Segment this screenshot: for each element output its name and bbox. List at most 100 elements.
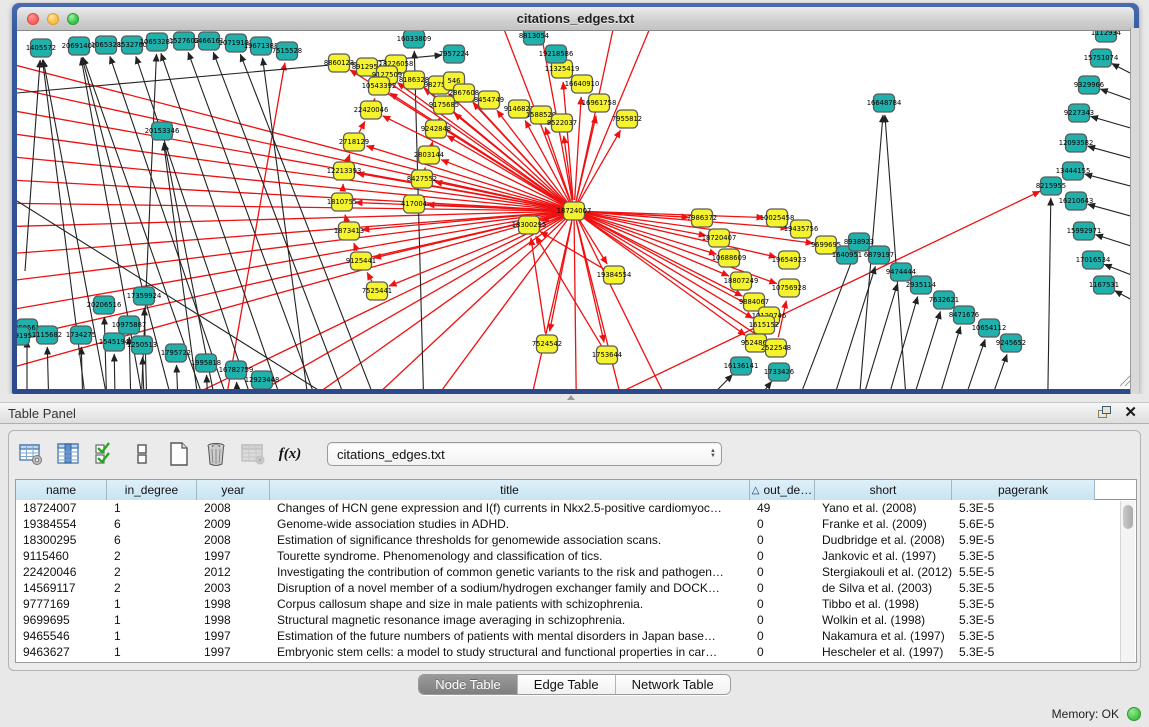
table-cell[interactable]: 22420046 bbox=[16, 564, 107, 580]
tab-node-table[interactable]: Node Table bbox=[419, 675, 518, 694]
graph-node[interactable]: 1405572 bbox=[26, 39, 56, 57]
close-icon[interactable]: ✕ bbox=[1124, 406, 1137, 420]
create-table-icon[interactable] bbox=[165, 440, 193, 468]
graph-node[interactable]: 16648784 bbox=[867, 94, 902, 112]
function-builder-icon[interactable]: f(x) bbox=[276, 440, 304, 468]
table-cell[interactable]: 1 bbox=[107, 596, 197, 612]
table-cell[interactable]: 5.3E-5 bbox=[952, 628, 1095, 644]
column-header-short[interactable]: short bbox=[815, 480, 952, 500]
table-cell[interactable]: 5.3E-5 bbox=[952, 548, 1095, 564]
graph-node[interactable]: 1873413 bbox=[334, 222, 364, 240]
table-cell[interactable]: Stergiakouli et al. (2012) bbox=[815, 564, 952, 580]
graph-node[interactable]: 8215955 bbox=[1036, 177, 1066, 195]
table-row[interactable]: 911546021997Tourette syndrome. Phenomeno… bbox=[16, 548, 1136, 564]
table-settings-icon[interactable] bbox=[17, 440, 45, 468]
table-cell[interactable]: Disruption of a novel member of a sodium… bbox=[270, 580, 750, 596]
network-view[interactable]: 1872400788601238912954182260589127509818… bbox=[17, 31, 1134, 389]
graph-node[interactable]: 1545194 bbox=[99, 333, 129, 351]
graph-node[interactable]: 1167531 bbox=[1089, 276, 1119, 294]
graph-node[interactable]: 9242848 bbox=[421, 120, 451, 138]
graph-node[interactable]: 8471676 bbox=[949, 306, 979, 324]
table-cell[interactable]: Dudbridge et al. (2008) bbox=[815, 532, 952, 548]
graph-node[interactable]: 17359924 bbox=[127, 287, 162, 305]
table-cell[interactable]: 1997 bbox=[197, 628, 270, 644]
graph-node[interactable]: 16136141 bbox=[724, 357, 759, 375]
table-cell[interactable]: 5.3E-5 bbox=[952, 596, 1095, 612]
graph-node[interactable]: 10688609 bbox=[712, 249, 747, 267]
table-cell[interactable]: Tibbo et al. (1998) bbox=[815, 596, 952, 612]
table-cell[interactable]: 9463627 bbox=[16, 644, 107, 660]
graph-node[interactable]: 15992971 bbox=[1067, 222, 1102, 240]
graph-node[interactable]: 8860123 bbox=[324, 54, 354, 72]
table-cell[interactable]: Estimation of the future numbers of pati… bbox=[270, 628, 750, 644]
vertical-scrollbar[interactable] bbox=[1120, 501, 1135, 662]
delete-icon[interactable] bbox=[202, 440, 230, 468]
table-cell[interactable]: 0 bbox=[750, 580, 815, 596]
graph-node[interactable]: 1250513 bbox=[127, 336, 157, 354]
table-cell[interactable]: 5.5E-5 bbox=[952, 564, 1095, 580]
graph-node[interactable]: 7955812 bbox=[612, 110, 642, 128]
table-row[interactable]: 1830029562008Estimation of significance … bbox=[16, 532, 1136, 548]
table-cell[interactable]: 5.6E-5 bbox=[952, 516, 1095, 532]
column-header-out_de[interactable]: △out_de… bbox=[750, 480, 815, 500]
table-selector-dropdown[interactable]: citations_edges.txt ▲▼ bbox=[327, 442, 722, 466]
table-cell[interactable]: 9699695 bbox=[16, 612, 107, 628]
table-cell[interactable]: 2012 bbox=[197, 564, 270, 580]
table-cell[interactable]: 0 bbox=[750, 516, 815, 532]
graph-node[interactable]: 8427552 bbox=[407, 170, 437, 188]
tab-network-table[interactable]: Network Table bbox=[616, 675, 730, 694]
graph-node[interactable]: 9175685 bbox=[429, 96, 459, 114]
memory-status-icon[interactable] bbox=[1127, 707, 1141, 721]
graph-node[interactable]: 20206516 bbox=[87, 296, 122, 314]
horizontal-splitter[interactable] bbox=[0, 394, 1149, 402]
table-cell[interactable]: 1 bbox=[107, 644, 197, 660]
graph-node[interactable]: 7524542 bbox=[532, 335, 562, 353]
column-header-pagerank[interactable]: pagerank bbox=[952, 480, 1095, 500]
table-cell[interactable]: Tourette syndrome. Phenomenology and cla… bbox=[270, 548, 750, 564]
graph-node[interactable]: 7986372 bbox=[687, 209, 717, 227]
table-cell[interactable]: 1998 bbox=[197, 612, 270, 628]
column-header-year[interactable]: year bbox=[197, 480, 270, 500]
graph-node[interactable]: 19654923 bbox=[772, 251, 807, 269]
graph-node[interactable]: 1995818 bbox=[191, 354, 221, 372]
table-cell[interactable]: Embryonic stem cells: a model to study s… bbox=[270, 644, 750, 660]
graph-node[interactable]: 8522037 bbox=[547, 114, 577, 132]
table-cell[interactable]: 5.3E-5 bbox=[952, 644, 1095, 660]
graph-node[interactable]: 2718129 bbox=[339, 133, 369, 151]
table-cell[interactable]: 49 bbox=[750, 500, 815, 516]
graph-node[interactable]: 9227343 bbox=[1064, 104, 1094, 122]
table-cell[interactable]: 6 bbox=[107, 532, 197, 548]
table-row[interactable]: 969969511998Structural magnetic resonanc… bbox=[16, 612, 1136, 628]
table-cell[interactable]: 2003 bbox=[197, 580, 270, 596]
table-cell[interactable]: 1997 bbox=[197, 548, 270, 564]
table-cell[interactable]: 0 bbox=[750, 596, 815, 612]
table-cell[interactable]: Genome-wide association studies in ADHD. bbox=[270, 516, 750, 532]
table-cell[interactable]: 2 bbox=[107, 580, 197, 596]
table-cell[interactable]: 0 bbox=[750, 628, 815, 644]
table-row[interactable]: 977716911998Corpus callosum shape and si… bbox=[16, 596, 1136, 612]
graph-node[interactable]: 7957224 bbox=[439, 45, 469, 63]
graph-node[interactable]: 1810755 bbox=[327, 193, 357, 211]
table-cell[interactable]: 5.9E-5 bbox=[952, 532, 1095, 548]
table-cell[interactable]: Investigating the contribution of common… bbox=[270, 564, 750, 580]
scrollbar-thumb[interactable] bbox=[1123, 505, 1133, 529]
table-cell[interactable]: Hescheler et al. (1997) bbox=[815, 644, 952, 660]
table-cell[interactable]: Yano et al. (2008) bbox=[815, 500, 952, 516]
graph-node[interactable]: 7632621 bbox=[929, 291, 959, 309]
splitter-handle[interactable] bbox=[563, 395, 577, 401]
column-header-in_degree[interactable]: in_degree bbox=[107, 480, 197, 500]
table-cell[interactable]: 0 bbox=[750, 548, 815, 564]
table-cell[interactable]: 2008 bbox=[197, 500, 270, 516]
table-cell[interactable]: 9115460 bbox=[16, 548, 107, 564]
graph-node[interactable]: 10654112 bbox=[972, 319, 1007, 337]
table-cell[interactable]: 5.3E-5 bbox=[952, 612, 1095, 628]
table-cell[interactable]: 18724007 bbox=[16, 500, 107, 516]
graph-node[interactable]: 16210643 bbox=[1059, 192, 1094, 210]
graph-node[interactable]: 16033809 bbox=[397, 31, 432, 48]
table-cell[interactable]: 2008 bbox=[197, 532, 270, 548]
table-cell[interactable]: 1997 bbox=[197, 644, 270, 660]
table-cell[interactable]: de Silva et al. (2003) bbox=[815, 580, 952, 596]
float-window-icon[interactable] bbox=[1096, 406, 1114, 420]
graph-node[interactable]: 9245652 bbox=[996, 334, 1026, 352]
graph-node[interactable]: 9329966 bbox=[1074, 76, 1104, 94]
